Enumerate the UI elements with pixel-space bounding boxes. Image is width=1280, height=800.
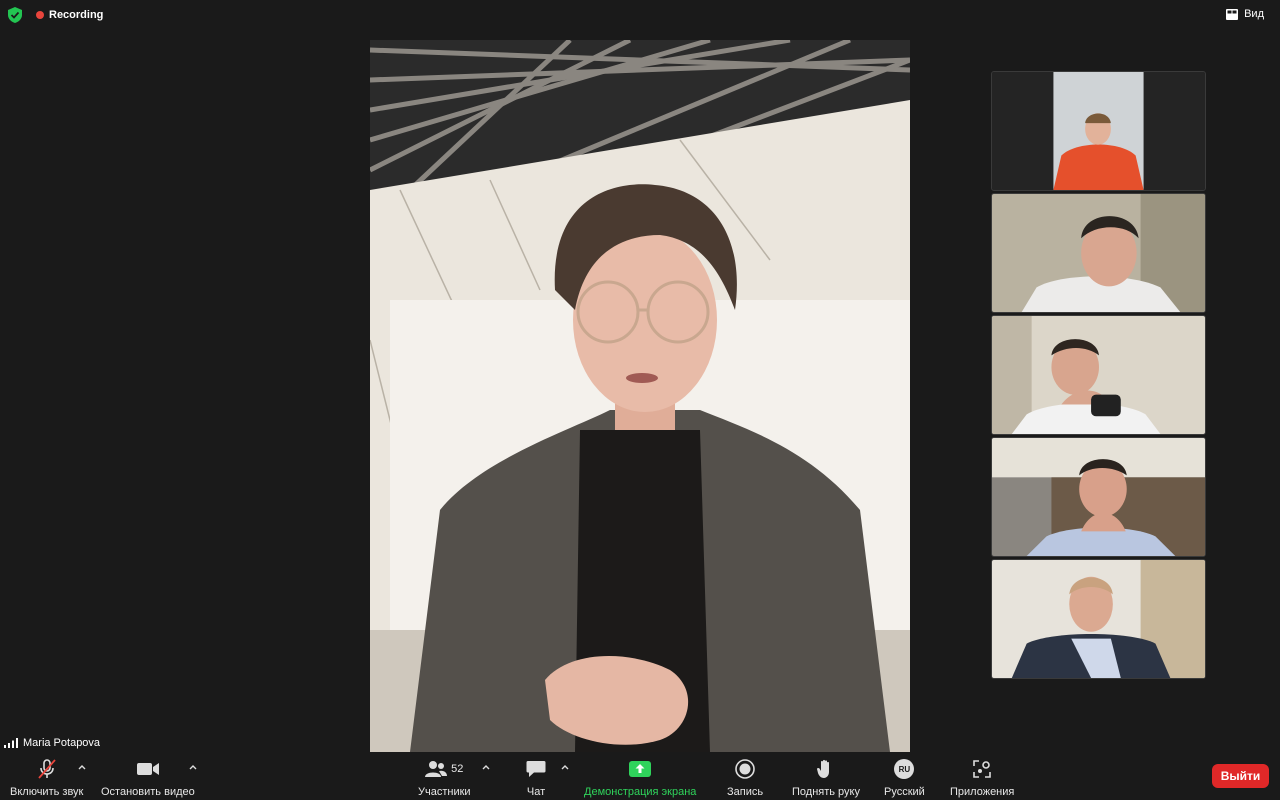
stop-video-label: Остановить видео xyxy=(101,786,195,798)
language-label: Русский xyxy=(884,786,925,798)
speaker-video-frame xyxy=(370,40,910,752)
recording-label: Recording xyxy=(49,9,104,21)
share-screen-label: Демонстрация экрана xyxy=(584,786,697,798)
thumbnail-video xyxy=(992,316,1205,434)
speaker-name-label: Maria Potapova xyxy=(23,737,101,749)
chevron-up-icon[interactable] xyxy=(561,764,569,770)
share-screen-icon xyxy=(629,761,652,777)
chat-button[interactable]: Чат xyxy=(526,758,546,798)
chat-label: Чат xyxy=(526,786,546,798)
participant-thumbnail[interactable] xyxy=(991,71,1206,191)
view-button[interactable]: Вид xyxy=(1226,8,1264,20)
stop-video-button[interactable]: Остановить видео xyxy=(101,758,195,798)
speaker-name-tag: Maria Potapova xyxy=(4,737,100,749)
leave-button[interactable]: Выйти xyxy=(1212,764,1269,788)
language-button[interactable]: RU Русский xyxy=(884,758,925,798)
participant-thumbnails xyxy=(991,71,1206,681)
recording-indicator[interactable]: Recording xyxy=(36,9,103,21)
unmute-label: Включить звук xyxy=(10,786,84,798)
participants-button[interactable]: 52 Участники xyxy=(418,758,471,798)
active-speaker-video[interactable] xyxy=(370,40,910,752)
apps-label: Приложения xyxy=(950,786,1015,798)
participants-count: 52 xyxy=(451,763,464,775)
thumbnail-video xyxy=(992,560,1205,678)
apps-icon xyxy=(973,760,991,778)
raise-hand-label: Поднять руку xyxy=(792,786,860,798)
shield-icon[interactable] xyxy=(8,7,22,23)
video-camera-icon xyxy=(136,763,159,775)
participants-label: Участники xyxy=(418,786,471,798)
top-bar: Recording Вид xyxy=(0,0,1280,32)
thumbnail-video xyxy=(992,72,1205,190)
view-label: Вид xyxy=(1244,8,1264,20)
participant-thumbnail[interactable] xyxy=(991,437,1206,557)
muted-mic-icon xyxy=(37,759,56,779)
share-screen-button[interactable]: Демонстрация экрана xyxy=(584,758,696,798)
signal-icon xyxy=(4,738,18,748)
record-button[interactable]: Запись xyxy=(727,758,763,798)
apps-button[interactable]: Приложения xyxy=(950,758,1014,798)
participant-thumbnail[interactable] xyxy=(991,315,1206,435)
participants-icon xyxy=(425,761,448,777)
record-icon xyxy=(735,759,755,779)
language-icon: RU xyxy=(894,759,915,779)
participant-thumbnail[interactable] xyxy=(991,193,1206,313)
record-dot-icon xyxy=(36,11,44,19)
chevron-up-icon[interactable] xyxy=(482,764,490,770)
chat-icon xyxy=(526,761,546,777)
view-grid-icon xyxy=(1226,8,1239,20)
bottom-toolbar: Включить звук Остановить видео 52 Участн… xyxy=(0,752,1280,800)
raise-hand-button[interactable]: Поднять руку xyxy=(792,758,860,798)
chevron-up-icon[interactable] xyxy=(78,764,86,770)
unmute-button[interactable]: Включить звук xyxy=(10,758,83,798)
thumbnail-video xyxy=(992,438,1205,556)
raise-hand-icon xyxy=(817,759,829,778)
record-label: Запись xyxy=(727,786,764,798)
chevron-up-icon[interactable] xyxy=(189,764,197,770)
thumbnail-video xyxy=(992,194,1205,312)
participant-thumbnail[interactable] xyxy=(991,559,1206,679)
